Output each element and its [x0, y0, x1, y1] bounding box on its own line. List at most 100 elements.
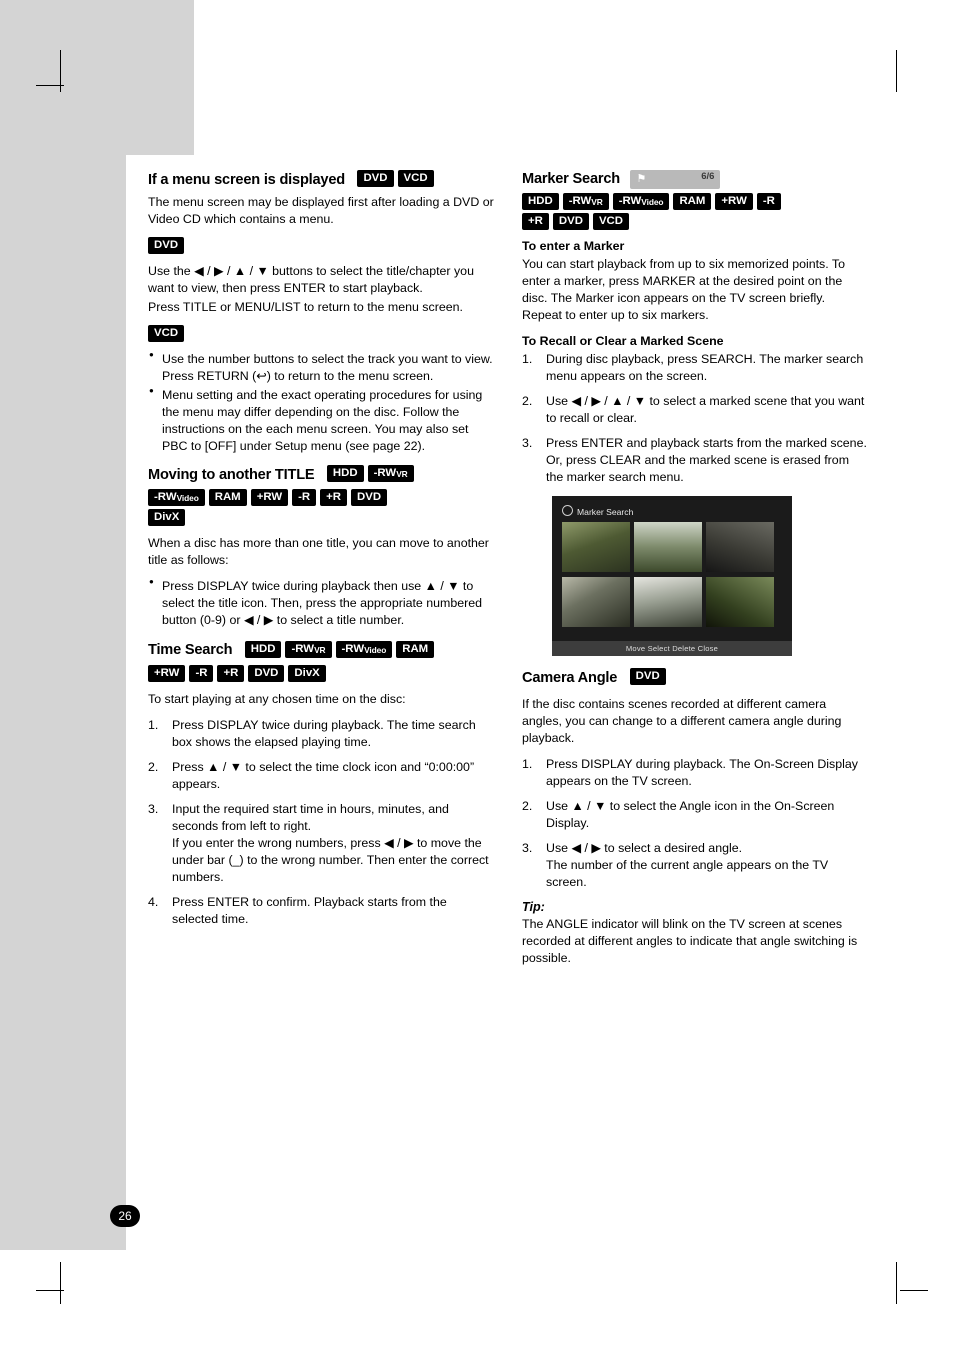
- badge-row-vcd: VCD: [148, 324, 494, 345]
- left-column: If a menu screen is displayed DVD VCD The…: [148, 170, 494, 937]
- step-number: 1.: [148, 717, 159, 732]
- step-text: Input the required start time in hours, …: [172, 801, 489, 884]
- osd-thumbnail-grid: [562, 521, 782, 632]
- step-text: Use ◀ / ▶ to select a desired angle. The…: [546, 840, 829, 889]
- crop-mark-bl-h: [36, 1290, 64, 1291]
- marker-search-osd-screenshot: Marker Search Move Select Delete Close: [552, 495, 792, 656]
- thumbnail-4: [562, 576, 630, 627]
- badge-dvd: DVD: [357, 170, 394, 187]
- badge-minus-r: -R: [292, 488, 317, 506]
- step-text: Press DISPLAY twice during playback. The…: [172, 717, 476, 749]
- badge-dvd: DVD: [629, 667, 666, 685]
- badge-vcd: VCD: [592, 213, 630, 230]
- step-number: 2.: [522, 393, 533, 408]
- marker-flag-icon: [562, 504, 573, 516]
- badge-vcd: VCD: [148, 324, 185, 342]
- heading-if-a-menu-screen-is-displayed: If a menu screen is displayed: [148, 171, 345, 188]
- time-search-steps: 1. Press DISPLAY twice during playback. T…: [148, 717, 494, 928]
- time-search-intro: To start playing at any chosen time on t…: [148, 691, 406, 706]
- badge-rw-video: -RWVideo: [148, 488, 205, 506]
- thumbnail-2: [634, 521, 702, 572]
- badge-ram: RAM: [208, 488, 247, 506]
- subheading-to-recall-or-clear: To Recall or Clear a Marked Scene: [522, 333, 724, 348]
- crop-mark-br-h: [900, 1290, 928, 1291]
- moving-title-intro: When a disc has more than one title, you…: [148, 535, 489, 567]
- list-item: 3. Use ◀ / ▶ to select a desired angle. T…: [522, 840, 868, 891]
- badge-rw-video: -RWVideo: [612, 193, 670, 210]
- step-number: 2.: [522, 798, 533, 813]
- list-item: Press DISPLAY twice during playback then…: [148, 577, 494, 629]
- step-number: 1.: [522, 756, 533, 771]
- tip-text: The ANGLE indicator will blink on the TV…: [522, 916, 858, 965]
- badge-divx: DivX: [148, 508, 186, 526]
- heading-marker-search: Marker Search: [522, 171, 620, 188]
- badge-ram: RAM: [673, 193, 712, 210]
- step-number: 1.: [522, 351, 533, 366]
- crop-mark-bl-v: [60, 1262, 61, 1304]
- badge-plus-rw: +RW: [148, 664, 186, 682]
- list-item: 3. Press ENTER and playback starts from t…: [522, 435, 868, 486]
- to-enter-a-marker-text: You can start playback from up to six me…: [522, 257, 846, 322]
- osd-bar-label: Move Select Delete Close: [625, 643, 719, 653]
- badge-hdd: HDD: [244, 640, 282, 658]
- badge-plus-rw: +RW: [715, 193, 753, 210]
- tip-label: Tip:: [522, 899, 545, 914]
- right-column: Marker Search ⚑ 6/6 HDD -RWVR -RWVideo RAM +…: [522, 170, 868, 967]
- badge-dvd: DVD: [552, 213, 589, 230]
- osd-title-label: Marker Search: [577, 506, 634, 517]
- badge-minus-r: -R: [189, 664, 214, 682]
- crop-mark-tl-h: [36, 85, 64, 86]
- badge-row-dvd: DVD: [148, 236, 494, 257]
- thumbnail-6: [706, 576, 774, 627]
- marker-search-steps: 1. During disc playback, press SEARCH. Th…: [522, 351, 868, 486]
- list-item: Use the number buttons to select the tra…: [148, 350, 494, 385]
- step-text: Use ◀ / ▶ / ▲ / ▼ to select a marked sce…: [546, 393, 865, 425]
- list-item: 1. Press DISPLAY during playback. The On-…: [522, 756, 868, 790]
- thumbnail-5: [634, 576, 702, 627]
- step-text: Press DISPLAY during playback. The On-Sc…: [546, 756, 858, 788]
- list-item: 2. Use ▲ / ▼ to select the Angle icon in …: [522, 798, 868, 832]
- marker-flag-icon: ⚑: [636, 173, 647, 185]
- step-number: 3.: [522, 435, 533, 450]
- menu-screen-intro: The menu screen may be displayed first a…: [148, 195, 494, 226]
- subheading-to-enter-a-marker: To enter a Marker: [522, 239, 625, 253]
- step-number: 3.: [148, 801, 159, 816]
- badge-rw-vr: -RWVR: [367, 464, 414, 482]
- crop-mark-tr-v: [896, 50, 897, 92]
- badge-dvd: DVD: [351, 488, 388, 506]
- badge-dvd: DVD: [248, 664, 285, 682]
- camera-angle-intro: If the disc contains scenes recorded at …: [522, 696, 842, 745]
- list-item: 2. Use ◀ / ▶ / ▲ / ▼ to select a marked s…: [522, 393, 868, 427]
- step-text: Press ENTER to confirm. Playback starts …: [172, 894, 447, 926]
- step-text: Press ENTER and playback starts from the…: [546, 435, 867, 484]
- badge-plus-r: +R: [522, 213, 549, 230]
- heading-time-search: Time Search: [148, 642, 233, 659]
- thumbnail-3: [706, 521, 774, 572]
- section-marker-search-heading: Marker Search ⚑ 6/6: [522, 170, 868, 189]
- section-menu-screen-heading: If a menu screen is displayed DVD VCD: [148, 170, 494, 190]
- list-item: 1. Press DISPLAY twice during playback. T…: [148, 717, 494, 751]
- camera-angle-steps: 1. Press DISPLAY during playback. The On-…: [522, 756, 868, 891]
- badge-plus-rw: +RW: [250, 488, 289, 506]
- badge-rw-vr: -RWVR: [562, 193, 609, 210]
- badge-plus-r: +R: [320, 488, 348, 506]
- badge-hdd: HDD: [522, 193, 559, 210]
- badge-hdd: HDD: [326, 464, 364, 482]
- heading-camera-angle: Camera Angle: [522, 669, 618, 686]
- badge-ram: RAM: [396, 640, 435, 658]
- step-number: 4.: [148, 894, 159, 909]
- crop-mark-br-v: [896, 1262, 897, 1304]
- list-item: 3. Input the required start time in hours…: [148, 801, 494, 886]
- dvd-instruction-2: Press TITLE or MENU/LIST to return to th…: [148, 299, 463, 314]
- osd-title: Marker Search: [562, 504, 634, 517]
- badge-rw-video: -RWVideo: [335, 640, 393, 658]
- thumbnail-1: [562, 521, 630, 572]
- badge-minus-r: -R: [756, 193, 781, 210]
- badge-divx: DivX: [288, 664, 326, 682]
- section-moving-title-heading: Moving to another TITLE HDD -RWVR: [148, 464, 494, 485]
- list-item: Menu setting and the exact operating pro…: [148, 386, 494, 455]
- badge-row-time-search: +RW -R +R DVD DivX: [148, 664, 494, 685]
- list-item: 4. Press ENTER to confirm. Playback start…: [148, 894, 494, 928]
- moving-title-bullet-list: Press DISPLAY twice during playback then…: [148, 577, 494, 629]
- page-number: 26: [110, 1205, 140, 1227]
